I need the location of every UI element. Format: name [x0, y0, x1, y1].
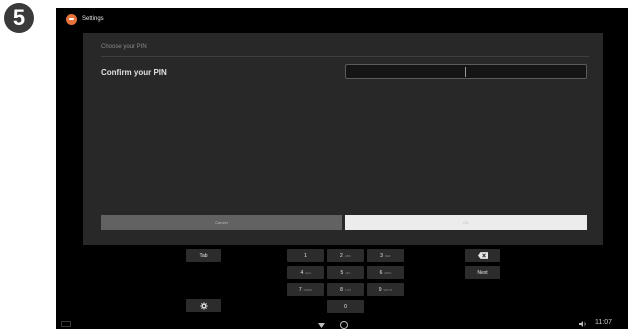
key-6[interactable]: 6 MNO — [367, 266, 404, 279]
key-9-number: 9 — [378, 286, 382, 293]
key-3-letters: DEF — [384, 253, 391, 258]
key-4[interactable]: 4 GHI — [287, 266, 324, 279]
cancel-button[interactable]: Cancel — [101, 215, 342, 230]
key-2-letters: ABC — [344, 253, 351, 258]
pin-input[interactable] — [345, 64, 587, 79]
keyboard-settings-key[interactable] — [186, 299, 221, 312]
key-2-number: 2 — [340, 252, 343, 259]
settings-app-icon — [66, 13, 77, 25]
text-caret — [465, 67, 466, 77]
key-9-letters: WXYZ — [383, 287, 393, 292]
key-4-number: 4 — [300, 269, 304, 276]
key-3-number: 3 — [380, 252, 383, 259]
key-1-number: 1 — [304, 252, 307, 259]
recent-apps-icon[interactable] — [61, 321, 71, 327]
key-7[interactable]: 7 PQRS — [287, 283, 324, 296]
status-time: 11:07 — [595, 319, 612, 326]
volume-icon — [579, 321, 586, 327]
key-5-number: 5 — [340, 269, 344, 276]
key-9[interactable]: 9 WXYZ — [367, 283, 404, 296]
key-8-number: 8 — [340, 286, 343, 293]
key-0[interactable]: 0 — [327, 300, 364, 313]
key-3[interactable]: 3 DEF — [367, 249, 404, 262]
key-4-letters: GHI — [305, 270, 311, 275]
key-7-letters: PQRS — [303, 287, 313, 292]
backspace-icon — [477, 252, 488, 259]
key-0-number: 0 — [344, 303, 347, 310]
dialog-divider — [101, 56, 589, 57]
key-6-number: 6 — [379, 269, 383, 276]
hide-keyboard-icon[interactable] — [318, 323, 325, 328]
key-8[interactable]: 8 TUV — [327, 283, 364, 296]
step-number-badge: 5 — [4, 3, 34, 33]
key-5-letters: JKL — [345, 270, 351, 275]
ok-button[interactable]: OK — [345, 215, 587, 230]
backspace-key[interactable] — [465, 249, 500, 262]
key-7-number: 7 — [298, 286, 302, 293]
pin-dialog: Choose your PIN Confirm your PIN Cancel … — [83, 33, 603, 245]
home-icon[interactable] — [340, 321, 348, 329]
key-1[interactable]: 1 — [287, 249, 324, 262]
key-8-letters: TUV — [344, 287, 351, 292]
title-bar: Settings — [56, 8, 628, 30]
dialog-title: Choose your PIN — [101, 44, 147, 50]
gear-icon — [199, 301, 208, 310]
tab-key[interactable]: Tab — [186, 249, 221, 262]
next-key[interactable]: Next — [465, 266, 500, 279]
confirm-pin-label: Confirm your PIN — [101, 68, 167, 77]
app-title: Settings — [82, 16, 104, 22]
key-6-letters: MNO — [384, 270, 392, 275]
key-2[interactable]: 2 ABC — [327, 249, 364, 262]
key-5[interactable]: 5 JKL — [327, 266, 364, 279]
device-screen: Settings Choose your PIN Confirm your PI… — [56, 8, 628, 329]
